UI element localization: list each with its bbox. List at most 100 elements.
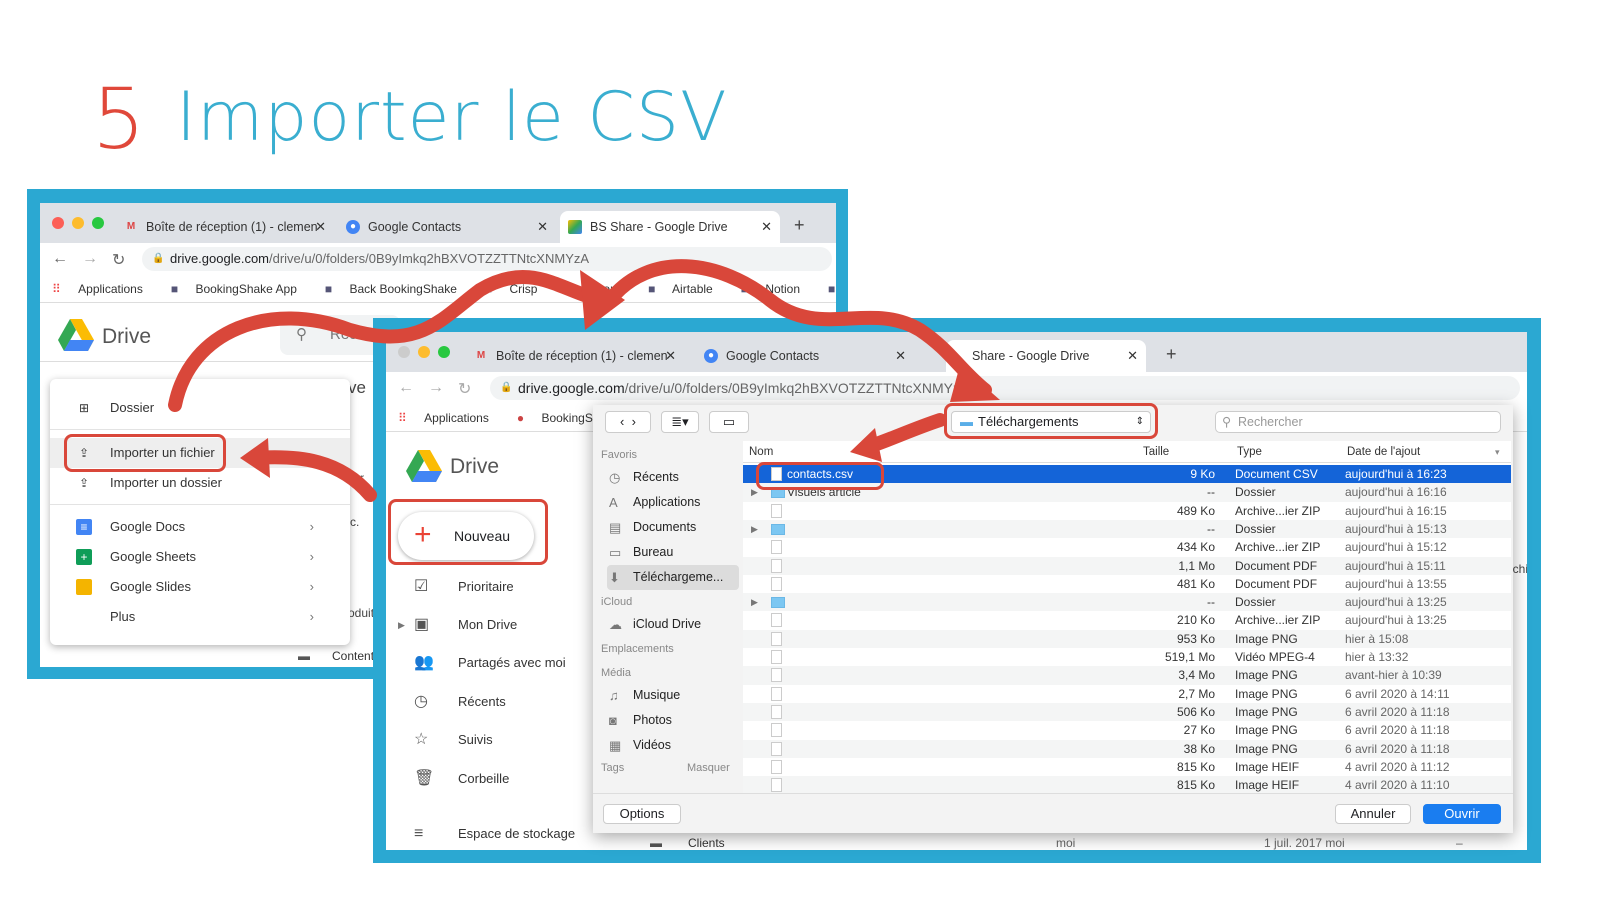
close-tab-icon[interactable]: ✕ — [665, 340, 676, 372]
file-size: 519,1 Mo — [1164, 650, 1215, 664]
close-window-button[interactable] — [52, 217, 64, 229]
nav-back-forward[interactable]: ‹ › — [605, 411, 651, 433]
minimize-window-button[interactable] — [418, 346, 430, 358]
menu-item-google-sheets[interactable]: + Google Sheets › — [50, 542, 350, 572]
maximize-window-button[interactable] — [92, 217, 104, 229]
hide-tags-button[interactable]: Masquer — [687, 762, 730, 774]
sidebar-item[interactable]: ☆ Suivis — [386, 725, 586, 755]
sidebar-item[interactable]: 👥 Partagés avec moi — [386, 648, 586, 678]
column-name[interactable]: Nom — [749, 441, 773, 463]
tab-drive[interactable]: BS Share - Google Drive ✕ — [560, 211, 780, 243]
forward-icon[interactable]: → — [82, 250, 98, 268]
file-row[interactable]: ▶ -- Dossier aujourd'hui à 15:13 — [743, 519, 1511, 539]
tab-contacts[interactable]: ● Google Contacts ✕ — [338, 211, 556, 243]
menu-item-google-slides[interactable]: Google Slides › — [50, 572, 350, 602]
file-row[interactable]: 1,1 Mo Document PDF aujourd'hui à 15:11 — [743, 556, 1511, 575]
back-icon[interactable]: ← — [52, 250, 68, 268]
file-row[interactable]: 481 Ko Document PDF aujourd'hui à 13:55 — [743, 575, 1511, 593]
url-bar[interactable]: 🔒 drive.google.com/drive/u/0/folders/0B9y… — [490, 376, 1520, 400]
file-row[interactable]: 210 Ko Archive...ier ZIP aujourd'hui à 13:… — [743, 611, 1511, 629]
sidebar-item[interactable]: ▭ Bureau — [607, 540, 739, 565]
file-row[interactable]: 506 Ko Image PNG 6 avril 2020 à 11:18 — [743, 702, 1511, 722]
sidebar-item[interactable]: ◷ Récents — [607, 465, 739, 490]
sidebar-item[interactable]: ♫ Musique — [607, 683, 739, 708]
url-bar[interactable]: 🔒 drive.google.com/drive/u/0/folders/0B9y… — [142, 247, 832, 271]
bookmark-label: Applications — [78, 282, 143, 296]
expand-triangle-icon[interactable]: ▶ — [751, 593, 758, 611]
bookmark[interactable]: ■ Back BookingShake — [325, 282, 471, 296]
bookmark[interactable]: ■ BookingShake App — [171, 282, 311, 296]
file-row[interactable]: 953 Ko Image PNG hier à 15:08 — [743, 629, 1511, 648]
column-date[interactable]: Date de l'ajout — [1347, 441, 1420, 463]
sidebar-item[interactable]: ◷ Récents — [386, 687, 586, 717]
sidebar-item[interactable]: ▶ ▣ Mon Drive — [386, 610, 586, 640]
expand-triangle-icon[interactable]: ▶ — [751, 520, 758, 538]
bookmark[interactable]: ■ Subs — [828, 282, 836, 296]
bookmark[interactable]: ■ Loom — [565, 282, 634, 296]
menu-item-folder[interactable]: ⊞ Dossier — [50, 393, 350, 423]
new-folder-button[interactable]: ▭ — [709, 411, 749, 433]
tab-label: Google Contacts — [368, 220, 462, 234]
close-tab-icon[interactable]: ✕ — [537, 211, 548, 243]
bookmark[interactable]: ■ Airtable — [648, 282, 727, 296]
file-row[interactable]: 38 Ko Image PNG 6 avril 2020 à 11:18 — [743, 739, 1511, 758]
cancel-button[interactable]: Annuler — [1335, 804, 1411, 824]
sidebar-item[interactable]: ◙ Photos — [607, 708, 739, 733]
tab-gmail[interactable]: M Boîte de réception (1) - clemen ✕ — [466, 340, 684, 372]
tab-contacts[interactable]: ● Google Contacts ✕ — [696, 340, 914, 372]
menu-item-upload-folder[interactable]: ⇪ Importer un dossier — [50, 468, 350, 498]
file-row[interactable]: 489 Ko Archive...ier ZIP aujourd'hui à 16:… — [743, 502, 1511, 520]
close-tab-icon[interactable]: ✕ — [1127, 340, 1138, 372]
file-row[interactable]: 815 Ko Image HEIF 4 avril 2020 à 11:12 — [743, 758, 1511, 776]
close-tab-icon[interactable]: ✕ — [315, 211, 326, 243]
column-size[interactable]: Taille — [1143, 441, 1169, 463]
file-row[interactable]: 3,4 Mo Image PNG avant-hier à 10:39 — [743, 666, 1511, 685]
minimize-window-button[interactable] — [72, 217, 84, 229]
file-row[interactable]: 519,1 Mo Vidéo MPEG-4 hier à 13:32 — [743, 648, 1511, 666]
file-row[interactable]: 2,7 Mo Image PNG 6 avril 2020 à 14:11 — [743, 685, 1511, 703]
slides-icon — [76, 579, 92, 595]
bookmark[interactable]: ■ Crisp — [485, 282, 552, 296]
sidebar-item[interactable]: ▦ Vidéos — [607, 733, 739, 758]
open-button[interactable]: Ouvrir — [1423, 804, 1501, 824]
file-icon — [771, 631, 782, 646]
close-tab-icon[interactable]: ✕ — [895, 340, 906, 372]
close-tab-icon[interactable]: ✕ — [761, 211, 772, 243]
menu-item-google-docs[interactable]: ≡ Google Docs › — [50, 512, 350, 542]
bookmark[interactable]: ⠿ Applications — [52, 282, 157, 296]
search-input[interactable]: ⚲ Rechercher — [1215, 411, 1501, 433]
view-options-button[interactable]: ≣▾ — [661, 411, 699, 433]
file-icon — [771, 778, 782, 793]
column-type[interactable]: Type — [1237, 441, 1262, 463]
sidebar-item[interactable]: ▤ Documents — [607, 515, 739, 540]
reload-icon[interactable]: ↻ — [458, 379, 471, 399]
bookmark[interactable]: ■ Notion — [741, 282, 814, 296]
sidebar-item[interactable]: 🗑 Corbeille — [386, 764, 586, 794]
reload-icon[interactable]: ↻ — [112, 250, 125, 270]
menu-item-more[interactable]: Plus › — [50, 602, 350, 632]
file-type: Dossier — [1235, 521, 1276, 536]
airtable-icon: ■ — [740, 282, 748, 296]
back-icon[interactable]: ← — [398, 379, 414, 397]
tab-drive[interactable]: Share - Google Drive ✕ — [946, 340, 1146, 372]
new-tab-button[interactable]: + — [794, 215, 805, 236]
options-button[interactable]: Options — [603, 804, 681, 824]
file-row[interactable]: 27 Ko Image PNG 6 avril 2020 à 11:18 — [743, 721, 1511, 739]
sidebar-item[interactable]: ☁ iCloud Drive — [607, 612, 739, 637]
file-row[interactable]: 434 Ko Archive...ier ZIP aujourd'hui à 15:… — [743, 538, 1511, 556]
sidebar-item[interactable]: ☑ Prioritaire — [386, 572, 586, 602]
background-text: c. — [350, 515, 360, 529]
expand-triangle-icon[interactable]: ▶ — [398, 610, 405, 640]
bookmark-apps[interactable]: ⠿ Applications — [398, 411, 503, 425]
tab-gmail[interactable]: M Boîte de réception (1) - clemen ✕ — [116, 211, 334, 243]
file-row[interactable]: 815 Ko Image HEIF 4 avril 2020 à 11:10 — [743, 776, 1511, 793]
file-icon — [771, 540, 782, 555]
sidebar-item[interactable]: A Applications — [607, 490, 739, 515]
sidebar-item[interactable]: ≡ Espace de stockage — [386, 819, 586, 849]
close-window-button[interactable] — [398, 346, 410, 358]
file-row[interactable]: ▶ -- Dossier aujourd'hui à 13:25 — [743, 593, 1511, 612]
new-tab-button[interactable]: + — [1166, 344, 1177, 365]
maximize-window-button[interactable] — [438, 346, 450, 358]
sidebar-item[interactable]: ⬇ Téléchargeme... — [607, 565, 739, 590]
forward-icon[interactable]: → — [428, 379, 444, 397]
